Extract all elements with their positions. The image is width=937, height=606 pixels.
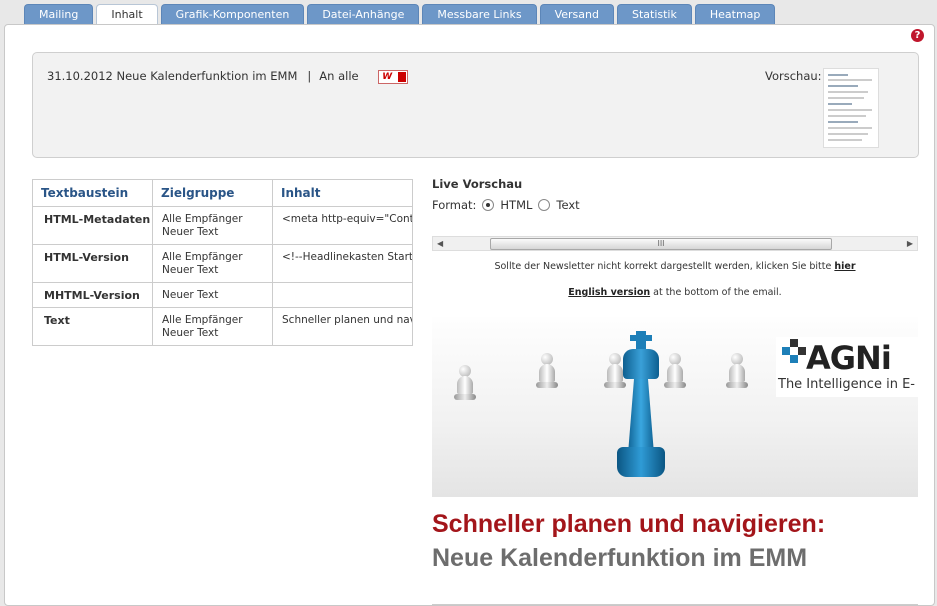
word-icon-arrow — [398, 71, 407, 82]
module-content: <meta http-equiv="Conten — [272, 206, 413, 245]
mailing-title: 31.10.2012 Neue Kalenderfunktion im EMM — [47, 69, 298, 83]
format-html-label[interactable]: HTML — [500, 198, 532, 212]
format-html-radio[interactable] — [482, 199, 495, 211]
preview-thumbnail[interactable] — [823, 68, 879, 148]
live-preview-title: Live Vorschau — [432, 177, 523, 191]
newsletter-hero-image: AGNi The Intelligence in E- — [432, 317, 918, 497]
help-icon[interactable]: ? — [911, 29, 924, 42]
tab-heatmap[interactable]: Heatmap — [694, 4, 776, 24]
content-panel: ? 31.10.2012 Neue Kalenderfunktion im EM… — [4, 24, 935, 606]
tab-bar: Mailing Inhalt Grafik-Komponenten Datei-… — [24, 4, 778, 26]
tab-datei-anhaenge[interactable]: Datei-Anhänge — [307, 4, 420, 24]
pawn-icon — [536, 353, 558, 388]
format-text-label[interactable]: Text — [556, 198, 579, 212]
table-row[interactable]: HTML-Metadaten Alle Empfänger Neuer Text … — [32, 206, 413, 245]
mailing-title-row: 31.10.2012 Neue Kalenderfunktion im EMM |… — [47, 69, 409, 84]
col-header-textbaustein[interactable]: Textbaustein — [32, 179, 153, 207]
word-export-icon[interactable]: W — [378, 69, 409, 84]
table-row[interactable]: HTML-Version Alle Empfänger Neuer Text <!… — [32, 244, 413, 283]
module-name[interactable]: Text — [32, 307, 153, 346]
english-version-text: at the bottom of the email. — [650, 287, 782, 298]
word-icon-letter: W — [382, 71, 393, 82]
target-group-cell: Neuer Text — [152, 282, 273, 308]
pawn-icon — [726, 353, 748, 388]
target-group-cell: Alle Empfänger Neuer Text — [152, 206, 273, 245]
here-link[interactable]: hier — [834, 261, 855, 272]
target-group-text: Neuer Text — [162, 264, 219, 276]
target-group: Alle Empfänger — [162, 251, 243, 263]
target-group: Neuer Text — [162, 289, 219, 301]
tab-mailing[interactable]: Mailing — [24, 4, 94, 24]
target-group-text: Neuer Text — [162, 226, 219, 238]
target-group: Alle Empfänger — [162, 213, 243, 225]
scrollbar-thumb[interactable]: III — [490, 238, 832, 250]
target-group-cell: Alle Empfänger Neuer Text — [152, 244, 273, 283]
table-row[interactable]: Text Alle Empfänger Neuer Text Schneller … — [32, 307, 413, 346]
logo-subtitle: The Intelligence in E- — [778, 377, 915, 392]
scroll-right-arrow-icon[interactable]: ▶ — [907, 239, 913, 248]
target-group: Alle Empfänger — [162, 314, 243, 326]
newsletter-headline: Schneller planen und navigieren: — [432, 510, 826, 538]
agnitas-logo: AGNi The Intelligence in E- — [776, 337, 918, 397]
logo-text: AGNi — [806, 339, 892, 377]
divider — [432, 604, 918, 605]
format-label: Format: — [432, 198, 477, 212]
tab-grafik-komponenten[interactable]: Grafik-Komponenten — [160, 4, 305, 24]
target-group-cell: Alle Empfänger Neuer Text — [152, 307, 273, 346]
format-selector: Format: HTML Text — [432, 198, 580, 212]
table-header-row: Textbaustein Zielgruppe Inhalt — [32, 179, 413, 207]
module-content — [272, 282, 413, 308]
target-group-text: Neuer Text — [162, 327, 219, 339]
tab-statistik[interactable]: Statistik — [616, 4, 692, 24]
blue-king-icon — [615, 331, 667, 493]
col-header-inhalt[interactable]: Inhalt — [272, 179, 413, 207]
title-separator: | — [307, 69, 312, 83]
mailing-recipients: An alle — [319, 69, 359, 83]
english-version-link[interactable]: English version — [568, 287, 650, 298]
pawn-icon — [664, 353, 686, 388]
module-name[interactable]: MHTML-Version — [32, 282, 153, 308]
newsletter-notice: Sollte der Newsletter nicht korrekt darg… — [432, 261, 918, 272]
newsletter-subheadline: Neue Kalenderfunktion im EMM — [432, 544, 808, 572]
horizontal-scrollbar[interactable]: ◀ III ▶ — [432, 236, 918, 251]
english-version-line: English version at the bottom of the ema… — [432, 287, 918, 298]
module-content: <!--Headlinekasten Start -- — [272, 244, 413, 283]
module-name[interactable]: HTML-Metadaten — [32, 206, 153, 245]
col-header-zielgruppe[interactable]: Zielgruppe — [152, 179, 273, 207]
module-name[interactable]: HTML-Version — [32, 244, 153, 283]
mailing-info-box: 31.10.2012 Neue Kalenderfunktion im EMM |… — [32, 52, 919, 158]
preview-label: Vorschau: — [765, 69, 822, 83]
tab-messbare-links[interactable]: Messbare Links — [422, 4, 537, 24]
table-row[interactable]: MHTML-Version Neuer Text — [32, 282, 413, 308]
tab-inhalt[interactable]: Inhalt — [96, 4, 158, 26]
scroll-left-arrow-icon[interactable]: ◀ — [437, 239, 443, 248]
notice-text: Sollte der Newsletter nicht korrekt darg… — [494, 261, 835, 272]
pawn-icon — [454, 365, 476, 400]
tab-versand[interactable]: Versand — [539, 4, 614, 24]
text-modules-table: Textbaustein Zielgruppe Inhalt HTML-Meta… — [32, 179, 413, 346]
module-content: Schneller planen und navigi — [272, 307, 413, 346]
format-text-radio[interactable] — [538, 199, 551, 211]
